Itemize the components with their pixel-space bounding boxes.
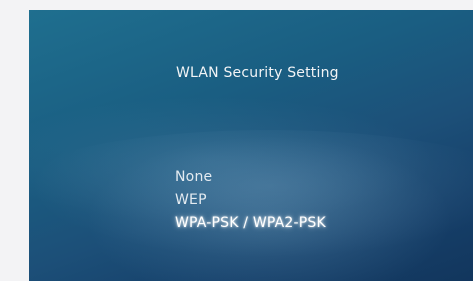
option-wep[interactable]: WEP bbox=[175, 189, 326, 212]
security-options-menu: None WEP WPA-PSK / WPA2-PSK bbox=[175, 166, 326, 235]
option-wpa-psk-wpa2-psk[interactable]: WPA-PSK / WPA2-PSK bbox=[175, 212, 326, 235]
ps3-settings-screen: WLAN Security Setting None WEP WPA-PSK /… bbox=[29, 10, 473, 281]
page-title: WLAN Security Setting bbox=[176, 65, 339, 81]
option-none[interactable]: None bbox=[175, 166, 326, 189]
